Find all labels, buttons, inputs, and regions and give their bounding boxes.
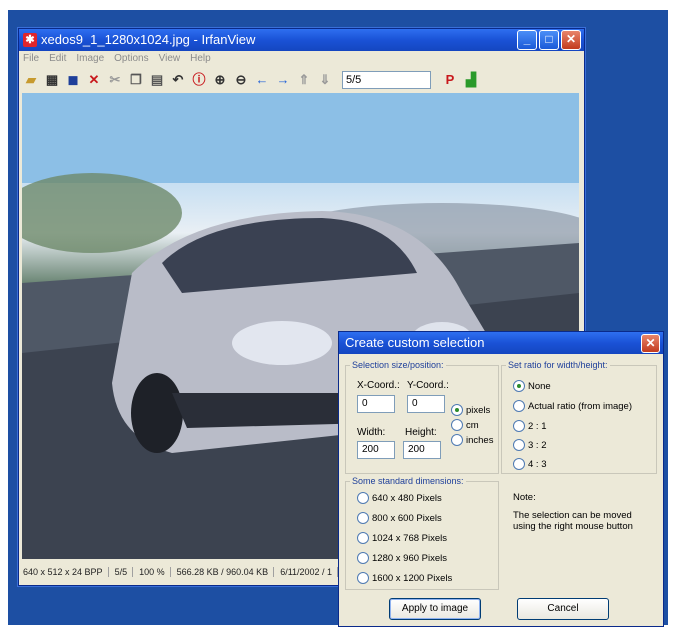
info-icon[interactable]: ⓘ xyxy=(191,72,207,88)
toolbar: ▰ ▦ ◼ ✕ ✂ ❐ ▤ ↶ ⓘ ⊕ ⊖ ← → ⇑ ⇓ 5/5 P ▟ xyxy=(19,67,584,93)
previous-icon[interactable]: ← xyxy=(254,72,270,88)
last-icon[interactable]: ⇓ xyxy=(317,72,333,88)
menu-edit[interactable]: Edit xyxy=(49,51,66,67)
open-icon[interactable]: ▰ xyxy=(23,72,39,88)
dim-1280-radio[interactable]: 1280 x 960 Pixels xyxy=(357,552,447,564)
window-title: xedos9_1_1280x1024.jpg - IrfanView xyxy=(41,32,256,47)
dim-800-label: 800 x 600 Pixels xyxy=(372,512,442,524)
radio-dot xyxy=(513,400,525,412)
page-field[interactable]: 5/5 xyxy=(342,71,431,89)
dim-1024-label: 1024 x 768 Pixels xyxy=(372,532,447,544)
unit-cm-radio[interactable]: cm xyxy=(451,419,479,431)
cut-icon[interactable]: ✂ xyxy=(107,72,123,88)
zoom-in-icon[interactable]: ⊕ xyxy=(212,72,228,88)
radio-dot xyxy=(513,439,525,451)
unit-cm-label: cm xyxy=(466,419,479,431)
ratio-group: Set ratio for width/height: xyxy=(501,360,657,474)
radio-dot xyxy=(513,380,525,392)
ratio-actual-label: Actual ratio (from image) xyxy=(528,400,633,412)
selection-size-legend: Selection size/position: xyxy=(352,360,444,370)
radio-dot xyxy=(357,532,369,544)
copy-icon[interactable]: ❐ xyxy=(128,72,144,88)
cancel-button[interactable]: Cancel xyxy=(517,598,609,620)
menu-image[interactable]: Image xyxy=(76,51,104,67)
print-icon[interactable]: P xyxy=(442,72,458,88)
ratio-2-1-radio[interactable]: 2 : 1 xyxy=(513,420,547,432)
xcoord-input[interactable]: 0 xyxy=(357,395,395,413)
dialog-title-bar: Create custom selection ✕ xyxy=(339,332,663,354)
ratio-2-1-label: 2 : 1 xyxy=(528,420,547,432)
ratio-4-3-radio[interactable]: 4 : 3 xyxy=(513,458,547,470)
dim-1024-radio[interactable]: 1024 x 768 Pixels xyxy=(357,532,447,544)
unit-inches-label: inches xyxy=(466,434,494,446)
height-input[interactable]: 200 xyxy=(403,441,441,459)
unit-pixels-label: pixels xyxy=(466,404,491,416)
next-icon[interactable]: → xyxy=(275,72,291,88)
radio-dot xyxy=(513,458,525,470)
paste-icon[interactable]: ▤ xyxy=(149,72,165,88)
title-bar: ✱ xedos9_1_1280x1024.jpg - IrfanView _ □… xyxy=(19,29,584,51)
radio-dot xyxy=(357,552,369,564)
close-button[interactable]: ✕ xyxy=(561,30,581,50)
radio-dot xyxy=(451,434,463,446)
ratio-3-2-radio[interactable]: 3 : 2 xyxy=(513,439,547,451)
width-label: Width: xyxy=(357,427,386,438)
menu-file[interactable]: File xyxy=(23,51,39,67)
custom-selection-dialog: Create custom selection ✕ Selection size… xyxy=(338,331,664,627)
status-dimensions: 640 x 512 x 24 BPP xyxy=(23,567,109,577)
note-title: Note: xyxy=(513,492,536,503)
status-page: 5/5 xyxy=(115,567,134,577)
radio-dot xyxy=(451,404,463,416)
ratio-none-label: None xyxy=(528,380,551,392)
ratio-4-3-label: 4 : 3 xyxy=(528,458,547,470)
ratio-3-2-label: 3 : 2 xyxy=(528,439,547,451)
dialog-title: Create custom selection xyxy=(345,335,485,350)
menu-view[interactable]: View xyxy=(159,51,181,67)
delete-icon[interactable]: ✕ xyxy=(86,72,102,88)
standard-dimensions-legend: Some standard dimensions: xyxy=(352,476,464,486)
ratio-actual-radio[interactable]: Actual ratio (from image) xyxy=(513,400,632,412)
undo-icon[interactable]: ↶ xyxy=(170,72,186,88)
radio-dot xyxy=(357,492,369,504)
radio-dot xyxy=(513,420,525,432)
minimize-button[interactable]: _ xyxy=(517,30,537,50)
dim-640-radio[interactable]: 640 x 480 Pixels xyxy=(357,492,442,504)
unit-inches-radio[interactable]: inches xyxy=(451,434,493,446)
dim-800-radio[interactable]: 800 x 600 Pixels xyxy=(357,512,442,524)
apply-button[interactable]: Apply to image xyxy=(389,598,481,620)
note-text: The selection can be moved using the rig… xyxy=(513,510,633,532)
dim-1600-label: 1600 x 1200 Pixels xyxy=(372,572,453,584)
radio-dot xyxy=(357,512,369,524)
ycoord-input[interactable]: 0 xyxy=(407,395,445,413)
width-input[interactable]: 200 xyxy=(357,441,395,459)
menu-help[interactable]: Help xyxy=(190,51,211,67)
ratio-none-radio[interactable]: None xyxy=(513,380,551,392)
height-label: Height: xyxy=(405,427,437,438)
irfanview-app-icon: ✱ xyxy=(23,33,37,47)
radio-dot xyxy=(451,419,463,431)
radio-dot xyxy=(357,572,369,584)
dim-640-label: 640 x 480 Pixels xyxy=(372,492,442,504)
zoom-out-icon[interactable]: ⊖ xyxy=(233,72,249,88)
dim-1280-label: 1280 x 960 Pixels xyxy=(372,552,447,564)
first-icon[interactable]: ⇑ xyxy=(296,72,312,88)
ratio-legend: Set ratio for width/height: xyxy=(508,360,608,370)
unit-pixels-radio[interactable]: pixels xyxy=(451,404,490,416)
status-zoom: 100 % xyxy=(139,567,171,577)
paint-icon[interactable]: ▟ xyxy=(463,72,479,88)
menu-bar: File Edit Image Options View Help xyxy=(19,51,584,67)
xcoord-label: X-Coord.: xyxy=(357,380,400,391)
status-size: 566.28 KB / 960.04 KB xyxy=(177,567,275,577)
dim-1600-radio[interactable]: 1600 x 1200 Pixels xyxy=(357,572,452,584)
status-date: 6/11/2002 / 1 xyxy=(280,567,339,577)
maximize-button[interactable]: □ xyxy=(539,30,559,50)
dialog-close-button[interactable]: ✕ xyxy=(641,334,660,353)
ycoord-label: Y-Coord.: xyxy=(407,380,449,391)
menu-options[interactable]: Options xyxy=(114,51,148,67)
save-icon[interactable]: ◼ xyxy=(65,72,81,88)
thumbnails-icon[interactable]: ▦ xyxy=(44,72,60,88)
